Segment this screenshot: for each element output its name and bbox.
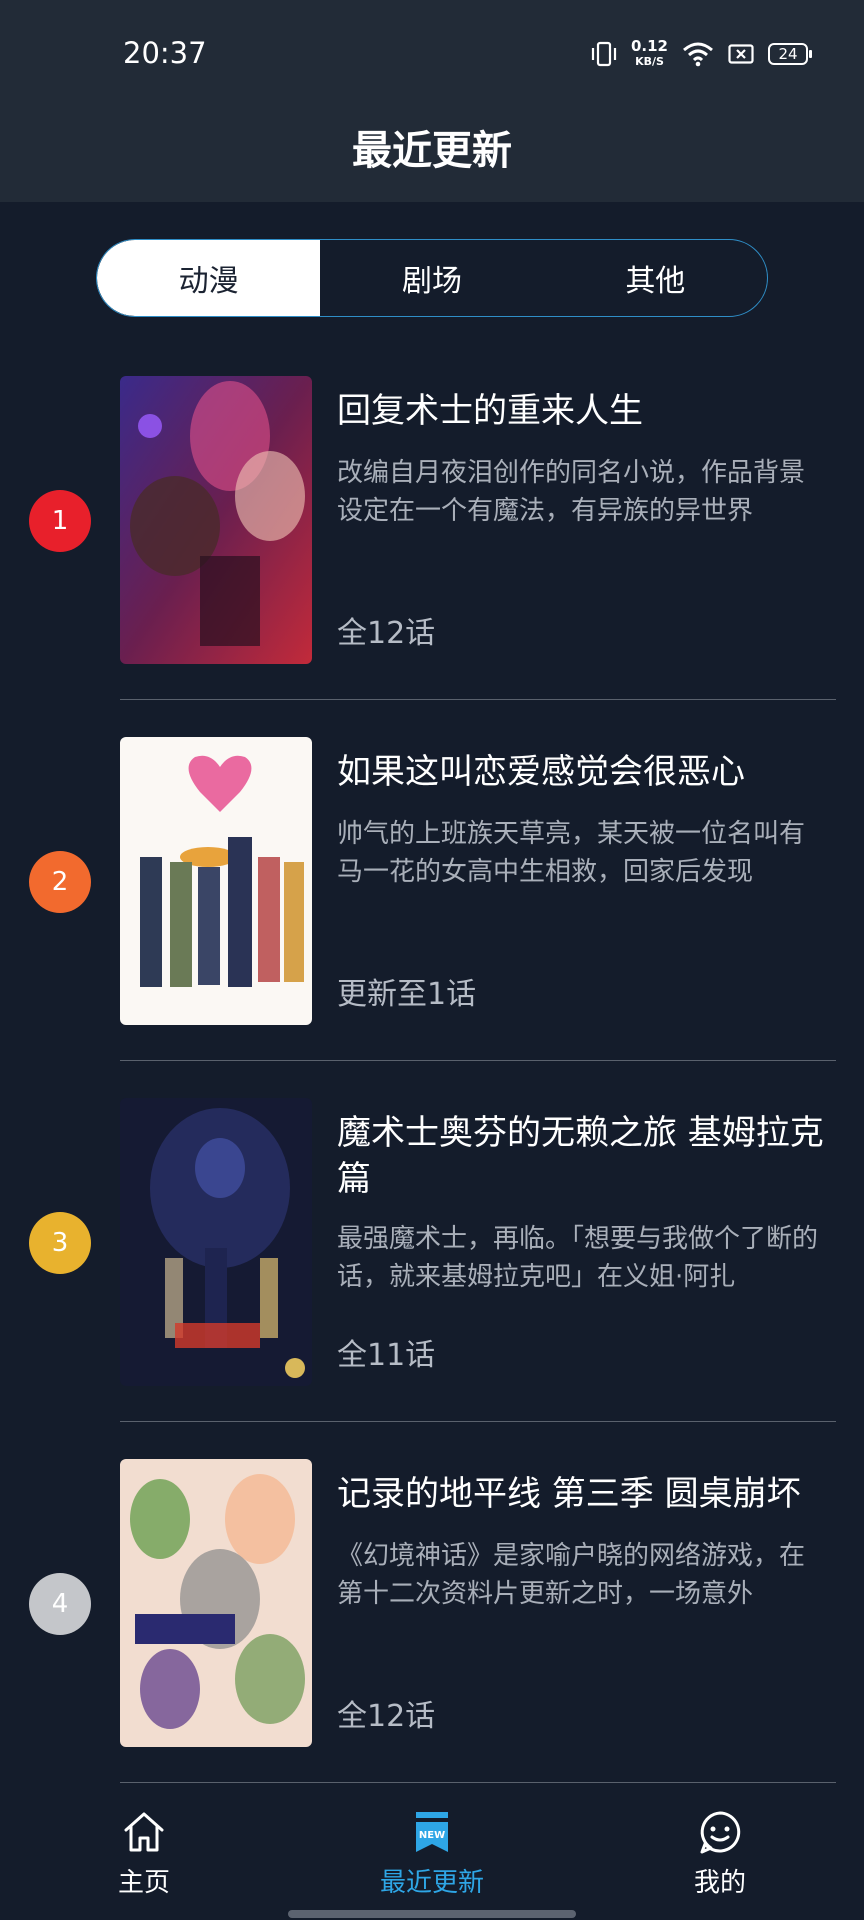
rank-badge: 2 [29,851,91,913]
divider [120,1060,836,1061]
rank-badge: 3 [29,1212,91,1274]
home-indicator [288,1910,576,1918]
rank-badge: 4 [29,1573,91,1635]
cover-image [120,376,312,664]
divider [120,699,836,700]
tab-mine-label: 我的 [693,1868,746,1898]
anime-description: 改编自月夜泪创作的同名小说，作品背景设定在一个有魔法，有异族的异世界 [337,458,806,526]
status-icons: 0.12 KB/S 24 [591,36,812,72]
page-title: 最近更新 [352,128,512,174]
bottom-tab-bar: 主页 NEW 最近更新 我的 [0,1786,864,1920]
tab-recent-updates[interactable]: NEW 最近更新 [288,1786,576,1920]
tab-home-label: 主页 [117,1868,170,1898]
list-item[interactable]: 2 如果这叫恋爱感觉会很恶心 帅气的上班族天草亮，某天被一位名叫有马一花的女高中… [0,735,864,1096]
anime-title: 记录的地平线 第三季 圆桌崩坏 [337,1474,801,1514]
network-speed-value: 0.12 [630,37,668,55]
anime-description: 帅气的上班族天草亮，某天被一位名叫有马一花的女高中生相救，回家后发现 [337,819,806,887]
tab-theater[interactable]: 剧场 [320,240,543,316]
top-bar: 20:37 0.12 KB/S 24 最近更新 [0,0,864,202]
anime-list: 1 回复术士的重来人生 改编自月夜泪创作的同名小说，作品背景设定在一个有魔法，有… [0,374,864,1818]
new-badge-icon: NEW [416,1812,448,1852]
divider [120,1782,836,1783]
network-speed: 0.12 KB/S [631,39,668,69]
svg-text:NEW: NEW [419,1830,445,1841]
episode-count: 全12话 [337,616,436,651]
sim-icon [728,44,754,64]
episode-count: 全11话 [337,1338,436,1373]
list-item[interactable]: 3 魔术士奥芬的无赖之旅 基姆拉克篇 最强魔术士，再临。「想要与我做个了断的话，… [0,1096,864,1457]
divider [120,1421,836,1422]
rank-badge: 1 [29,490,91,552]
smile-face-icon [700,1811,741,1854]
status-time: 20:37 [123,36,207,70]
cover-image [120,1098,312,1386]
cover-image [120,737,312,1025]
episode-count: 全12话 [337,1699,436,1734]
cover-image [120,1459,312,1747]
network-speed-unit: KB/S [635,55,664,68]
home-icon [124,1812,164,1852]
anime-description: 《幻境神话》是家喻户晓的网络游戏，在第十二次资料片更新之时，一场意外 [337,1541,806,1609]
battery-icon: 24 [768,43,812,65]
list-item[interactable]: 1 回复术士的重来人生 改编自月夜泪创作的同名小说，作品背景设定在一个有魔法，有… [0,374,864,735]
anime-title: 魔术士奥芬的无赖之旅 基姆拉克篇 [337,1113,824,1199]
list-item[interactable]: 4 记录的地平线 第三季 圆桌崩坏 《幻境神话》是家喻户晓的网络游戏，在第十二次… [0,1457,864,1818]
tab-recent-updates-label: 最近更新 [379,1868,484,1898]
tab-home[interactable]: 主页 [0,1786,288,1920]
tab-mine[interactable]: 我的 [576,1786,864,1920]
tab-anime[interactable]: 动漫 [97,240,321,316]
tab-other[interactable]: 其他 [544,240,767,316]
anime-title: 回复术士的重来人生 [337,391,643,431]
episode-count: 更新至1话 [337,977,477,1012]
anime-description: 最强魔术士，再临。「想要与我做个了断的话，就来基姆拉克吧」在义姐·阿扎 [337,1224,819,1292]
wifi-icon [683,42,713,67]
category-tabs: 动漫 剧场 其他 [96,239,768,317]
anime-title: 如果这叫恋爱感觉会很恶心 [337,752,745,792]
vibrate-icon [591,41,617,67]
